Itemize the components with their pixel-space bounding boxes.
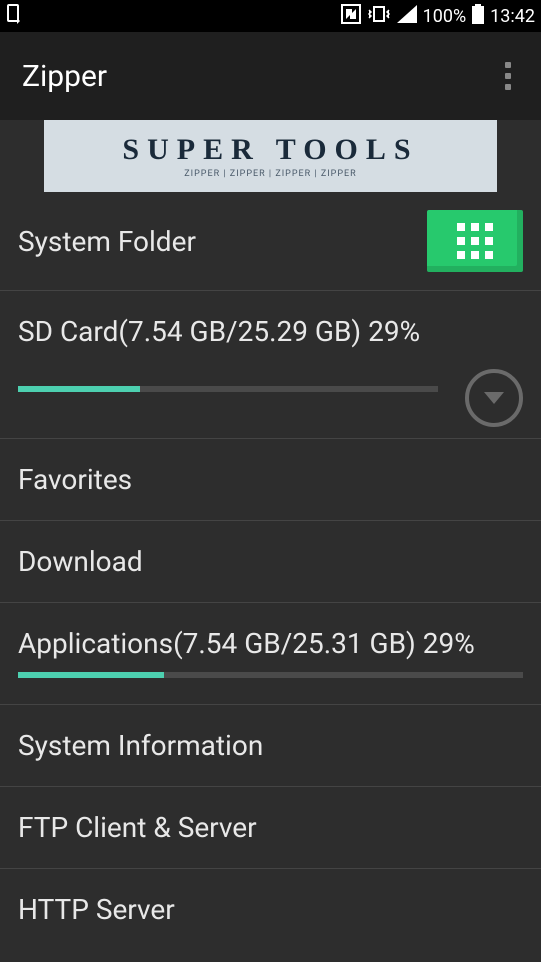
chevron-down-icon [480,384,508,412]
banner-title: SUPER TOOLS [122,133,418,167]
applications-item[interactable]: Applications(7.54 GB/25.31 GB) 29% [0,603,541,692]
app-title: Zipper [22,59,107,94]
app-bar: Zipper [0,32,541,120]
download-item[interactable]: Download [0,521,541,602]
banner-ad[interactable]: SUPER TOOLS ZIPPER | ZIPPER | ZIPPER | Z… [44,120,497,192]
vibrate-icon [367,4,391,29]
nfc-icon [341,4,361,29]
grid-icon [457,223,493,259]
http-server-item[interactable]: HTTP Server [0,869,541,950]
grid-view-button[interactable] [427,210,523,272]
status-bar: 100% 13:42 [0,0,541,32]
battery-text: 100% [423,6,467,27]
applications-label: Applications(7.54 GB/25.31 GB) 29% [18,627,523,660]
system-information-item[interactable]: System Information [0,705,541,786]
section-title: System Folder [18,225,196,258]
battery-icon [472,4,484,29]
banner-subtitle: ZIPPER | ZIPPER | ZIPPER | ZIPPER [184,169,356,179]
sd-card-label: SD Card(7.54 GB/25.29 GB) 29% [18,315,523,348]
section-header: System Folder [0,192,541,290]
ftp-item[interactable]: FTP Client & Server [0,787,541,868]
signal-icon [397,5,417,28]
overflow-menu-button[interactable] [497,54,519,98]
expand-button[interactable] [465,369,523,427]
applications-progress [18,672,523,678]
sd-card-progress [18,386,438,392]
sd-card-item[interactable]: SD Card(7.54 GB/25.29 GB) 29% [0,291,541,410]
phone-icon [6,4,22,29]
clock-text: 13:42 [490,6,535,27]
favorites-item[interactable]: Favorites [0,439,541,520]
